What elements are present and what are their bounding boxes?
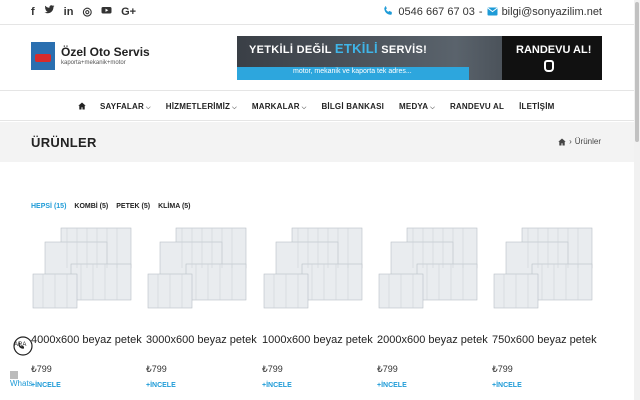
whatsapp-widget[interactable]: Whats [10,370,33,388]
radiator-image[interactable] [146,224,256,316]
contact-info: 0546 667 67 03 - bilgi@sonyazilim.net [383,5,602,19]
page-title-band: ÜRÜNLER › Ürünler [0,122,634,162]
radiator-image[interactable] [31,224,141,316]
filter-klima[interactable]: KLİMA (5) [158,203,190,210]
product-price: ₺799 [146,364,167,374]
banner-strip: motor, mekanik ve kaporta tek adres... [237,67,469,80]
instagram-icon[interactable]: ◎ [82,5,92,19]
main-nav: SAYFALAR ⌵ HİZMETLERİMİZ ⌵ MARKALAR ⌵ BİLGİ… [0,90,634,121]
separator: - [478,6,483,18]
nav-item-hizmetlerimiz[interactable]: HİZMETLERİMİZ ⌵ [166,102,237,112]
email-address[interactable]: bilgi@sonyazilim.net [502,6,602,18]
chevron-right-icon: › [569,137,572,146]
product-name[interactable]: 4000x600 beyaz petek [31,334,151,347]
product-price: ₺799 [31,364,52,374]
radiator-image[interactable] [492,224,602,316]
call-widget-label[interactable]: ARA [14,342,26,348]
header: Özel Oto Servis kaporta+mekanik+motor YE… [0,26,634,90]
product-details-link[interactable]: +İNCELE [492,382,522,389]
youtube-icon[interactable] [101,5,112,19]
nav-label: RANDEVU AL [449,102,505,111]
category-filters: HEPSİ (15) KOMBİ (5) PETEK (5) KLİMA (5) [31,203,191,210]
product-details-link[interactable]: +İNCELE [377,382,407,389]
product-name[interactable]: 2000x600 beyaz petek [377,334,497,347]
nav-label: İLETİŞİM [519,102,555,111]
scrollbar-thumb[interactable] [635,2,639,142]
product-name[interactable]: 1000x600 beyaz petek [262,334,382,347]
appointment-button-label: RANDEVU AL! [516,44,592,56]
logo-title: Özel Oto Servis [61,45,150,59]
nav-label: MARKALAR [251,101,300,111]
product-name[interactable]: 750x600 beyaz petek [492,334,612,347]
nav-item-sayfalar[interactable]: SAYFALAR ⌵ [100,102,151,112]
product-details-link[interactable]: +İNCELE [146,382,176,389]
top-bar: f in ◎ G+ 0546 667 67 03 - bilgi@sonyazi… [0,0,634,25]
chevron-down-icon: ⌵ [430,104,435,111]
nav-item-bilgi-bankasi[interactable]: BİLGİ BANKASI [321,102,384,111]
googleplus-icon[interactable]: G+ [121,5,136,19]
product-name[interactable]: 3000x600 beyaz petek [146,334,266,347]
chevron-down-icon: ⌵ [232,104,237,111]
pointer-hand-icon [544,60,554,72]
banner-headline: YETKİLİ DEĞİL ETKİLİ SERVİS! [249,41,427,56]
product-price: ₺799 [492,364,513,374]
nav-item-randevu-al[interactable]: RANDEVU AL [450,102,504,111]
banner-strip-text: motor, mekanik ve kaporta tek adres... [293,68,412,75]
appointment-banner-button[interactable]: RANDEVU AL! [502,36,602,80]
product-details-link[interactable]: +İNCELE [31,382,61,389]
home-icon[interactable] [78,102,86,110]
page-scrollbar[interactable] [634,0,640,400]
site-logo[interactable]: Özel Oto Servis kaporta+mekanik+motor [31,42,150,70]
filter-petek[interactable]: PETEK (5) [116,203,150,210]
nav-item-markalar[interactable]: MARKALAR ⌵ [252,102,307,112]
twitter-icon[interactable] [44,5,55,19]
product-price: ₺799 [377,364,398,374]
car-logo-icon [31,42,55,70]
facebook-icon[interactable]: f [31,5,35,19]
page-title: ÜRÜNLER [31,135,97,150]
filter-all[interactable]: HEPSİ (15) [31,203,66,210]
whatsapp-icon [10,370,18,379]
product-price: ₺799 [262,364,283,374]
chevron-down-icon: ⌵ [145,104,151,111]
home-icon[interactable] [558,138,566,146]
breadcrumb-current: Ürünler [574,137,601,146]
whatsapp-label: Whats [10,379,33,388]
nav-label: BİLGİ BANKASI [321,102,385,111]
radiator-image[interactable] [377,224,487,316]
social-links: f in ◎ G+ [31,5,136,19]
product-grid: 4000x600 beyaz petek ₺799 +İNCELE 3000x6… [31,224,611,400]
nav-label: HİZMETLERİMİZ [165,101,231,111]
nav-item-medya[interactable]: MEDYA ⌵ [399,102,435,112]
nav-label: SAYFALAR [100,101,144,111]
filter-kombi[interactable]: KOMBİ (5) [74,203,108,210]
linkedin-icon[interactable]: in [64,5,74,19]
phone-number[interactable]: 0546 667 67 03 [398,6,474,18]
nav-items: SAYFALAR ⌵ HİZMETLERİMİZ ⌵ MARKALAR ⌵ BİLGİ… [100,91,570,122]
nav-label: MEDYA [399,101,429,111]
logo-subtitle: kaporta+mekanik+motor [61,60,126,66]
envelope-icon [487,5,498,19]
logo-text: Özel Oto Servis kaporta+mekanik+motor [61,45,150,67]
banner-text-pre: YETKİLİ DEĞİL [249,44,335,56]
header-banner[interactable]: YETKİLİ DEĞİL ETKİLİ SERVİS! motor, meka… [237,36,602,80]
banner-text-post: SERVİS! [377,44,428,56]
phone-icon [383,5,394,19]
radiator-image[interactable] [262,224,372,316]
product-details-link[interactable]: +İNCELE [262,382,292,389]
chevron-down-icon: ⌵ [301,104,307,111]
nav-item-iletisim[interactable]: İLETİŞİM [519,102,554,111]
banner-text-highlight: ETKİLİ [334,41,378,56]
breadcrumb: › Ürünler [558,137,601,146]
